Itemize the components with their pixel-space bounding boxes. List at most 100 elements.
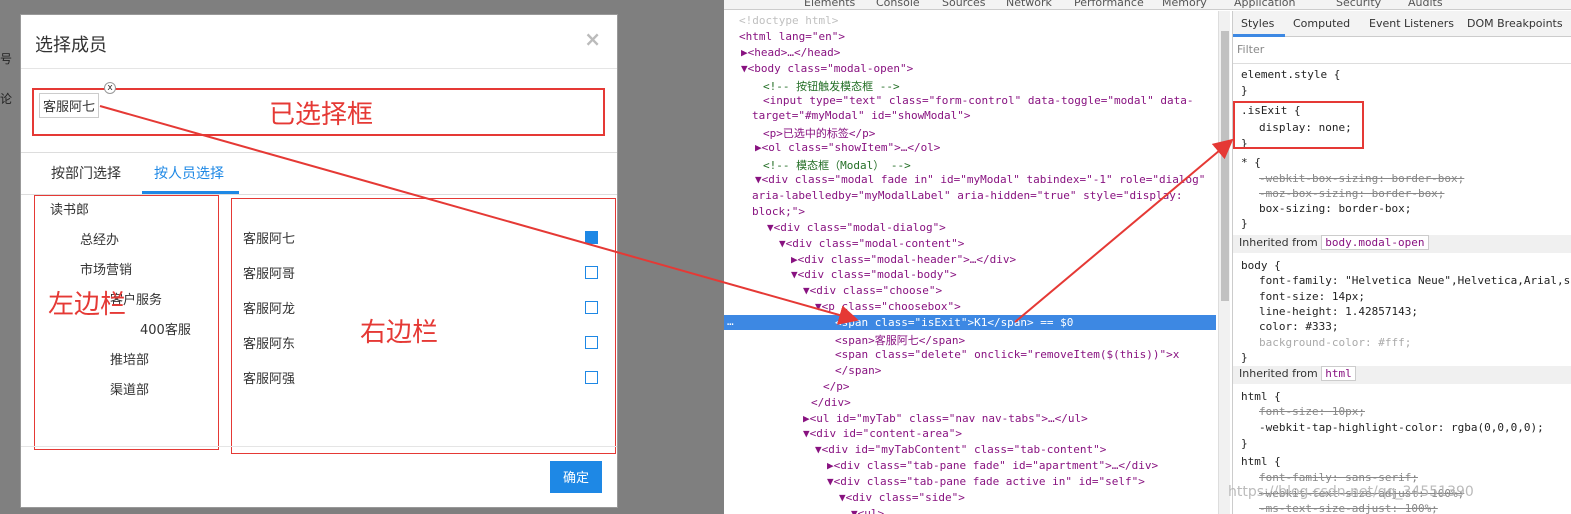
- dom-node-line[interactable]: <input type="text" class="form-control" …: [763, 94, 1193, 107]
- styles-tab[interactable]: Styles: [1241, 17, 1274, 30]
- devtools-tab[interactable]: Application: [1234, 0, 1295, 9]
- css-rule-line[interactable]: color: #333;: [1259, 320, 1338, 333]
- css-rule-line[interactable]: }: [1241, 217, 1248, 230]
- css-rule-line[interactable]: -webkit-tap-highlight-color: rgba(0,0,0,…: [1259, 421, 1544, 434]
- tab-by-person[interactable]: 按人员选择: [154, 163, 224, 183]
- dom-node-line[interactable]: <html lang="en">: [739, 30, 845, 43]
- css-rule-line[interactable]: }: [1241, 351, 1248, 364]
- inherited-label: Inherited from: [1239, 367, 1318, 380]
- person-checkbox[interactable]: [585, 301, 598, 314]
- dom-breakpoints-tab[interactable]: DOM Breakpoints: [1467, 17, 1563, 30]
- devtools-tab[interactable]: Performance: [1074, 0, 1144, 9]
- person-checkbox[interactable]: [585, 371, 598, 384]
- dom-node-line[interactable]: ▼<div class="choose">: [803, 284, 942, 297]
- css-rule-line[interactable]: html {: [1241, 390, 1281, 403]
- chip-remove-icon[interactable]: x: [104, 82, 116, 94]
- devtools-tab[interactable]: Elements: [804, 0, 855, 9]
- dom-node-line[interactable]: </div>: [811, 396, 851, 409]
- selected-box-annotation: 已选择框: [269, 100, 374, 130]
- event-listeners-tab[interactable]: Event Listeners: [1369, 17, 1454, 30]
- person-checkbox[interactable]: [585, 266, 598, 279]
- tree-item[interactable]: 400客服: [140, 319, 191, 338]
- devtools-tabbar: Elements Console Sources Network Perform…: [724, 0, 1571, 10]
- dom-node-line[interactable]: ▶<div class="tab-pane fade" id="apartmen…: [827, 459, 1158, 472]
- css-rule-line[interactable]: line-height: 1.42857143;: [1259, 305, 1418, 318]
- watermark-text: https://blog.csdn.net/qq_34551390: [1228, 484, 1474, 500]
- dom-node-line[interactable]: ▶<head>…</head>: [741, 46, 840, 59]
- css-rule-line[interactable]: body {: [1241, 259, 1281, 272]
- tab-by-department[interactable]: 按部门选择: [51, 163, 121, 183]
- devtools-tab[interactable]: Sources: [942, 0, 986, 9]
- inherited-source[interactable]: body.modal-open: [1321, 235, 1429, 250]
- css-rule-line[interactable]: box-sizing: border-box;: [1259, 202, 1411, 215]
- dom-node-line[interactable]: ▼<div class="modal fade in" id="myModal"…: [755, 173, 1205, 186]
- dom-node-line[interactable]: <!-- 模态框（Modal） -->: [763, 157, 911, 173]
- dom-node-line[interactable]: ▼<div class="side">: [839, 491, 965, 504]
- dom-node-line[interactable]: target="#myModal" id="showModal">: [752, 109, 971, 122]
- css-rule-line[interactable]: * {: [1241, 156, 1261, 169]
- dom-node-line[interactable]: <p>已选中的标签</p>: [763, 125, 875, 141]
- active-tab-indicator: [1233, 34, 1285, 37]
- devtools-tab[interactable]: Audits: [1408, 0, 1443, 9]
- styles-filter-input[interactable]: Filter: [1237, 43, 1264, 56]
- dom-node-line[interactable]: <!-- 按钮触发模态框 -->: [763, 78, 900, 94]
- elements-tree: … <!doctype html> <html lang="en"> ▶<head>…: [724, 11, 1216, 514]
- inherited-source[interactable]: html: [1321, 366, 1356, 381]
- devtools-tab[interactable]: Console: [876, 0, 920, 9]
- css-rule-line[interactable]: }: [1241, 437, 1248, 450]
- dom-node-line[interactable]: <span>客服阿七</span>: [835, 332, 965, 348]
- page-edge-text: 号: [0, 52, 13, 66]
- confirm-button[interactable]: 确定: [550, 461, 602, 493]
- css-rule-line[interactable]: font-size: 14px;: [1259, 290, 1365, 303]
- dom-node-line[interactable]: ▶<div class="modal-header">…</div>: [791, 253, 1016, 266]
- css-rule-line[interactable]: font-family: "Helvetica Neue",Helvetica,…: [1259, 274, 1571, 287]
- dom-node-line[interactable]: ▼<div id="content-area">: [803, 427, 962, 440]
- dom-node-line[interactable]: aria-labelledby="myModalLabel" aria-hidd…: [752, 189, 1182, 202]
- close-icon[interactable]: ×: [584, 27, 601, 51]
- person-name: 客服阿哥: [243, 267, 296, 282]
- dom-node-line[interactable]: ▶<ol class="showItem">…</ol>: [755, 141, 940, 154]
- tree-item[interactable]: 推培部: [110, 349, 149, 368]
- dom-node-line[interactable]: ▼<div class="modal-body">: [791, 268, 957, 281]
- css-rule-line[interactable]: }: [1241, 84, 1248, 97]
- dom-node-line[interactable]: ▶<ul id="myTab" class="nav nav-tabs">…</…: [803, 412, 1088, 425]
- css-rule-line[interactable]: background-color: #fff;: [1259, 336, 1411, 349]
- dom-node-line[interactable]: </p>: [823, 380, 850, 393]
- css-rule-line[interactable]: font-family: sans-serif;: [1259, 471, 1418, 484]
- css-rule-line[interactable]: element.style {: [1241, 68, 1340, 81]
- devtools-tab[interactable]: Network: [1006, 0, 1052, 9]
- scrollbar-thumb[interactable]: [1221, 31, 1229, 301]
- css-rule-line[interactable]: html {: [1241, 455, 1281, 468]
- selected-chip[interactable]: 客服阿七: [39, 93, 100, 118]
- tree-item[interactable]: 读书郎: [50, 199, 89, 218]
- dom-node-line[interactable]: ▼<div class="tab-pane fade active in" id…: [827, 475, 1145, 488]
- dom-node-line[interactable]: ▼<p class="choosebox">: [815, 300, 961, 313]
- css-rule-line[interactable]: -moz-box-sizing: border-box;: [1259, 187, 1444, 200]
- dom-node-line[interactable]: <!doctype html>: [739, 14, 838, 27]
- tree-item[interactable]: 渠道部: [110, 379, 149, 398]
- person-checkbox[interactable]: [585, 231, 598, 244]
- dom-node-line[interactable]: block;">: [752, 205, 805, 218]
- selected-row-dots: …: [727, 315, 734, 328]
- tree-item[interactable]: 总经办: [80, 229, 119, 248]
- dom-node-line[interactable]: ▼<body class="modal-open">: [741, 62, 913, 75]
- computed-tab[interactable]: Computed: [1293, 17, 1350, 30]
- dom-node-line[interactable]: ▼<ul>: [851, 507, 884, 514]
- inherited-header: Inherited from body.modal-open: [1233, 235, 1571, 253]
- left-panel-annotation: 左边栏: [48, 290, 127, 320]
- devtools-tab[interactable]: Memory: [1162, 0, 1207, 9]
- dom-node-line[interactable]: <span class="isExit">K1</span> == $0: [835, 316, 1073, 329]
- dom-node-line[interactable]: ▼<div class="modal-content">: [779, 237, 964, 250]
- tree-item[interactable]: 市场营销: [80, 259, 132, 278]
- css-rule-line[interactable]: -webkit-box-sizing: border-box;: [1259, 172, 1464, 185]
- css-rule-line[interactable]: font-size: 10px;: [1259, 405, 1365, 418]
- right-panel-annotation: 右边栏: [360, 318, 439, 348]
- devtools-tab[interactable]: Security: [1336, 0, 1381, 9]
- person-checkbox[interactable]: [585, 336, 598, 349]
- dom-node-line[interactable]: </span>: [835, 364, 881, 377]
- elements-scrollbar[interactable]: [1218, 11, 1230, 514]
- dom-node-line[interactable]: <span class="delete" onclick="removeItem…: [835, 348, 1179, 361]
- dom-node-line[interactable]: ▼<div class="modal-dialog">: [767, 221, 946, 234]
- dom-node-line[interactable]: ▼<div id="myTabContent" class="tab-conte…: [815, 443, 1106, 456]
- css-rule-line[interactable]: -ms-text-size-adjust: 100%;: [1259, 502, 1438, 514]
